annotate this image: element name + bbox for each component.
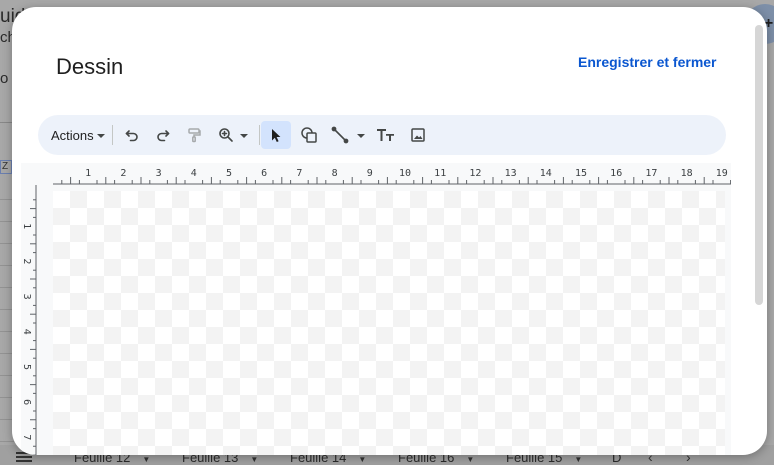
- ruler-label: 1: [85, 168, 91, 179]
- line-icon: [331, 126, 349, 144]
- ruler-label: 9: [367, 168, 373, 179]
- ruler-label: 17: [645, 168, 657, 179]
- ruler-label: 6: [21, 399, 32, 405]
- ruler-label: 14: [540, 168, 552, 179]
- paint-format-icon: [188, 128, 201, 143]
- select-icon: [272, 129, 281, 142]
- ruler-label: 16: [610, 168, 622, 179]
- paint-format-button[interactable]: [182, 121, 206, 149]
- caret-down-icon: [96, 133, 105, 138]
- select-tool-button[interactable]: [261, 121, 291, 149]
- ruler-label: 13: [505, 168, 517, 179]
- ruler-label: 5: [226, 168, 232, 179]
- text-box-button[interactable]: [373, 121, 399, 149]
- ruler-label: 7: [296, 168, 302, 179]
- horizontal-ruler: 1 2 3 4 5 6 7 8 9 10 11 12 13 14 15 16 17 18 19: [53, 168, 731, 185]
- ruler-label: 11: [434, 168, 446, 179]
- drawing-dialog: Dessin Enregistrer et fermer Actions 1 2…: [12, 7, 767, 455]
- caret-down-icon: [240, 133, 248, 138]
- ruler-label: 3: [21, 294, 32, 300]
- vertical-ruler: 1 2 3 4 5 6 7: [21, 185, 37, 455]
- bg-menu-fragment: o: [0, 70, 9, 87]
- ruler-label: 4: [191, 168, 197, 179]
- caret-down-icon: [357, 133, 365, 138]
- ruler-label: 3: [156, 168, 162, 179]
- shape-icon: [301, 127, 317, 143]
- undo-button[interactable]: [120, 121, 144, 149]
- redo-button[interactable]: [151, 121, 175, 149]
- bg-tab-caret-icon: ▼: [574, 455, 583, 464]
- ruler-label: 15: [575, 168, 587, 179]
- actions-menu-button[interactable]: Actions: [51, 121, 105, 149]
- ruler-label: 2: [21, 258, 32, 264]
- dialog-title: Dessin: [56, 54, 124, 79]
- ruler-label: 2: [120, 168, 126, 179]
- ruler-label: 12: [469, 168, 481, 179]
- bg-tab-caret-icon: ▼: [466, 455, 475, 464]
- bg-tab-caret-icon: ▼: [142, 455, 151, 464]
- text-icon: [377, 129, 394, 141]
- image-icon: [411, 128, 425, 142]
- dialog-scrollbar[interactable]: [755, 25, 763, 305]
- bg-selected-cell: Z: [0, 160, 12, 174]
- zoom-button[interactable]: [215, 121, 251, 149]
- redo-icon: [157, 130, 170, 142]
- drawing-workspace: 1 2 3 4 5 6 7 8 9 10 11 12 13 14 15 16 17 18 19 1234567: [21, 163, 731, 455]
- toolbar-separator: [259, 125, 260, 145]
- drawing-toolbar: Actions: [38, 115, 726, 155]
- bg-tab-caret-icon: ▼: [250, 455, 259, 464]
- line-tool-button[interactable]: [328, 121, 368, 149]
- zoom-icon: [219, 128, 233, 142]
- ruler-label: 6: [261, 168, 267, 179]
- ruler-label: 5: [21, 364, 32, 370]
- ruler-label: 4: [21, 329, 32, 335]
- ruler-label: 8: [332, 168, 338, 179]
- ruler-label: 1: [21, 223, 32, 229]
- undo-icon: [125, 130, 138, 142]
- insert-image-button[interactable]: [405, 121, 431, 149]
- shape-tool-button[interactable]: [296, 121, 322, 149]
- bg-tab-caret-icon: ▼: [358, 455, 367, 464]
- ruler-label: 10: [399, 168, 411, 179]
- ruler-label: 7: [21, 434, 32, 440]
- toolbar-separator: [112, 125, 113, 145]
- drawing-canvas[interactable]: [53, 191, 725, 455]
- save-and-close-button[interactable]: Enregistrer et fermer: [578, 54, 717, 70]
- ruler-label: 18: [681, 168, 693, 179]
- actions-menu-label: Actions: [51, 127, 94, 143]
- ruler-label: 19: [716, 168, 728, 179]
